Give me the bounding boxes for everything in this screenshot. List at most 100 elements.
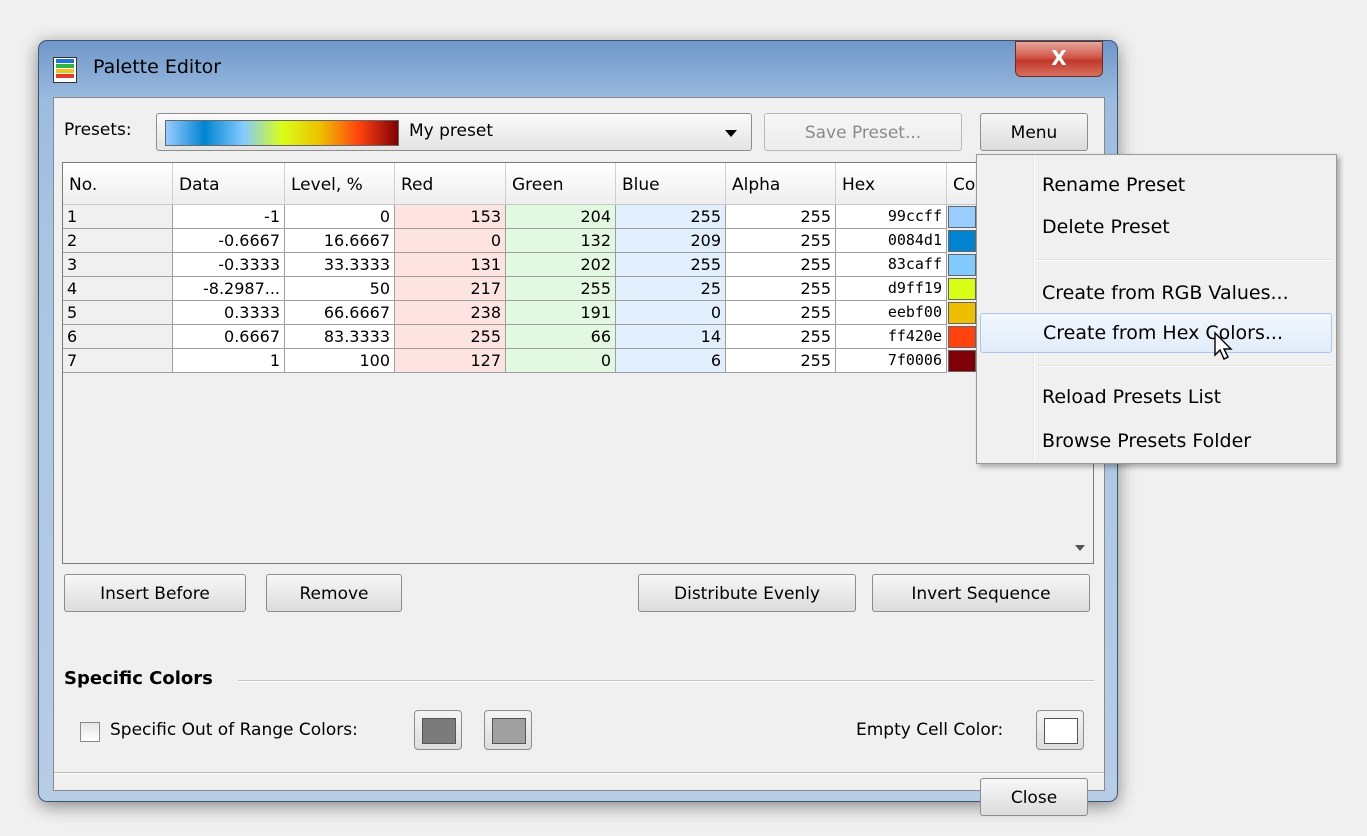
- invert-sequence-button[interactable]: Invert Sequence: [872, 574, 1090, 612]
- save-preset-button[interactable]: Save Preset...: [764, 113, 962, 151]
- column-header[interactable]: Alpha: [726, 163, 836, 205]
- table-cell-hex[interactable]: 7f0006: [836, 349, 947, 373]
- table-cell-green[interactable]: 255: [506, 277, 616, 301]
- table-cell-red[interactable]: 127: [395, 349, 506, 373]
- table-cell-level[interactable]: 100: [285, 349, 395, 373]
- table-cell-green[interactable]: 132: [506, 229, 616, 253]
- table-cell-data[interactable]: -1: [173, 205, 285, 229]
- column-header[interactable]: Red: [395, 163, 506, 205]
- table-cell-red[interactable]: 153: [395, 205, 506, 229]
- table-cell-data[interactable]: 0.3333: [173, 301, 285, 325]
- title-bar[interactable]: Palette Editor X: [39, 41, 1117, 97]
- column-header[interactable]: Level, %: [285, 163, 395, 205]
- distribute-evenly-button[interactable]: Distribute Evenly: [638, 574, 856, 612]
- presets-label: Presets:: [64, 120, 132, 140]
- table-cell-alpha[interactable]: 255: [726, 229, 836, 253]
- table-cell-red[interactable]: 131: [395, 253, 506, 277]
- table-cell-data[interactable]: -0.6667: [173, 229, 285, 253]
- insert-before-button[interactable]: Insert Before: [64, 574, 246, 612]
- presets-dropdown[interactable]: My preset: [156, 113, 752, 151]
- table-cell-alpha[interactable]: 255: [726, 205, 836, 229]
- table-cell-blue[interactable]: 25: [616, 277, 726, 301]
- table-cell-hex[interactable]: eebf00: [836, 301, 947, 325]
- color-table[interactable]: No. Data Level, % Red Green Blue Alpha Hex Co 1 -1…: [62, 162, 1094, 564]
- menu-item-browse-presets-folder[interactable]: Browse Presets Folder: [980, 421, 1332, 461]
- table-cell-red[interactable]: 255: [395, 325, 506, 349]
- column-header[interactable]: Data: [173, 163, 285, 205]
- menu-item-rename-preset[interactable]: Rename Preset: [980, 165, 1332, 205]
- table-cell-red[interactable]: 0: [395, 229, 506, 253]
- menu-button[interactable]: Menu: [980, 113, 1088, 151]
- table-cell-alpha[interactable]: 255: [726, 277, 836, 301]
- color-swatch[interactable]: [948, 206, 976, 228]
- table-cell-hex[interactable]: d9ff19: [836, 277, 947, 301]
- table-cell-blue[interactable]: 14: [616, 325, 726, 349]
- preset-gradient-preview: [165, 120, 399, 146]
- table-cell-blue[interactable]: 209: [616, 229, 726, 253]
- table-cell-blue[interactable]: 0: [616, 301, 726, 325]
- column-header[interactable]: Hex: [836, 163, 947, 205]
- table-cell-blue[interactable]: 6: [616, 349, 726, 373]
- table-cell-data[interactable]: 1: [173, 349, 285, 373]
- table-cell-data[interactable]: -0.3333: [173, 253, 285, 277]
- table-cell-blue[interactable]: 255: [616, 205, 726, 229]
- table-cell-green[interactable]: 66: [506, 325, 616, 349]
- color-swatch[interactable]: [948, 278, 976, 300]
- table-cell-hex[interactable]: 0084d1: [836, 229, 947, 253]
- table-cell-green[interactable]: 204: [506, 205, 616, 229]
- table-cell-alpha[interactable]: 255: [726, 253, 836, 277]
- menu-item-create-from-hex[interactable]: Create from Hex Colors...: [980, 313, 1332, 353]
- color-swatch[interactable]: [948, 302, 976, 324]
- color-swatch[interactable]: [948, 254, 976, 276]
- table-cell-level[interactable]: 33.3333: [285, 253, 395, 277]
- table-cell-level[interactable]: 0: [285, 205, 395, 229]
- table-cell-level[interactable]: 16.6667: [285, 229, 395, 253]
- low-range-color-button[interactable]: [414, 710, 462, 750]
- table-cell-green[interactable]: 202: [506, 253, 616, 277]
- remove-button[interactable]: Remove: [266, 574, 402, 612]
- out-of-range-label: Specific Out of Range Colors:: [110, 720, 358, 740]
- table-cell-data[interactable]: -8.2987...: [173, 277, 285, 301]
- table-cell-hex[interactable]: 83caff: [836, 253, 947, 277]
- table-cell-red[interactable]: 238: [395, 301, 506, 325]
- table-cell-level[interactable]: 66.6667: [285, 301, 395, 325]
- menu-separator: [1037, 365, 1332, 367]
- high-range-color-button[interactable]: [484, 710, 532, 750]
- specific-colors-heading: Specific Colors: [64, 668, 213, 689]
- color-swatch[interactable]: [948, 230, 976, 252]
- table-cell-hex[interactable]: ff420e: [836, 325, 947, 349]
- menu-item-reload-presets[interactable]: Reload Presets List: [980, 377, 1332, 417]
- table-cell-blue[interactable]: 255: [616, 253, 726, 277]
- menu-item-delete-preset[interactable]: Delete Preset: [980, 207, 1332, 247]
- mouse-cursor-icon: [1214, 331, 1233, 360]
- color-swatch[interactable]: [948, 350, 976, 372]
- color-swatch[interactable]: [948, 326, 976, 348]
- column-header[interactable]: Green: [506, 163, 616, 205]
- section-divider: [238, 680, 1094, 682]
- table-cell-no[interactable]: 3: [63, 253, 173, 277]
- table-cell-no[interactable]: 2: [63, 229, 173, 253]
- column-header[interactable]: Blue: [616, 163, 726, 205]
- table-cell-alpha[interactable]: 255: [726, 301, 836, 325]
- table-cell-level[interactable]: 50: [285, 277, 395, 301]
- table-cell-no[interactable]: 1: [63, 205, 173, 229]
- table-cell-alpha[interactable]: 255: [726, 349, 836, 373]
- window-close-button[interactable]: X: [1015, 41, 1103, 77]
- column-header[interactable]: No.: [63, 163, 173, 205]
- close-button[interactable]: Close: [980, 778, 1088, 816]
- table-cell-green[interactable]: 0: [506, 349, 616, 373]
- table-cell-no[interactable]: 4: [63, 277, 173, 301]
- table-cell-hex[interactable]: 99ccff: [836, 205, 947, 229]
- menu-item-create-from-rgb[interactable]: Create from RGB Values...: [980, 273, 1332, 313]
- table-cell-no[interactable]: 6: [63, 325, 173, 349]
- empty-cell-color-button[interactable]: [1036, 710, 1084, 750]
- table-cell-no[interactable]: 7: [63, 349, 173, 373]
- table-cell-green[interactable]: 191: [506, 301, 616, 325]
- scroll-down-icon[interactable]: [1075, 545, 1085, 551]
- out-of-range-checkbox[interactable]: [80, 722, 100, 742]
- table-cell-no[interactable]: 5: [63, 301, 173, 325]
- table-cell-data[interactable]: 0.6667: [173, 325, 285, 349]
- table-cell-level[interactable]: 83.3333: [285, 325, 395, 349]
- table-cell-red[interactable]: 217: [395, 277, 506, 301]
- table-cell-alpha[interactable]: 255: [726, 325, 836, 349]
